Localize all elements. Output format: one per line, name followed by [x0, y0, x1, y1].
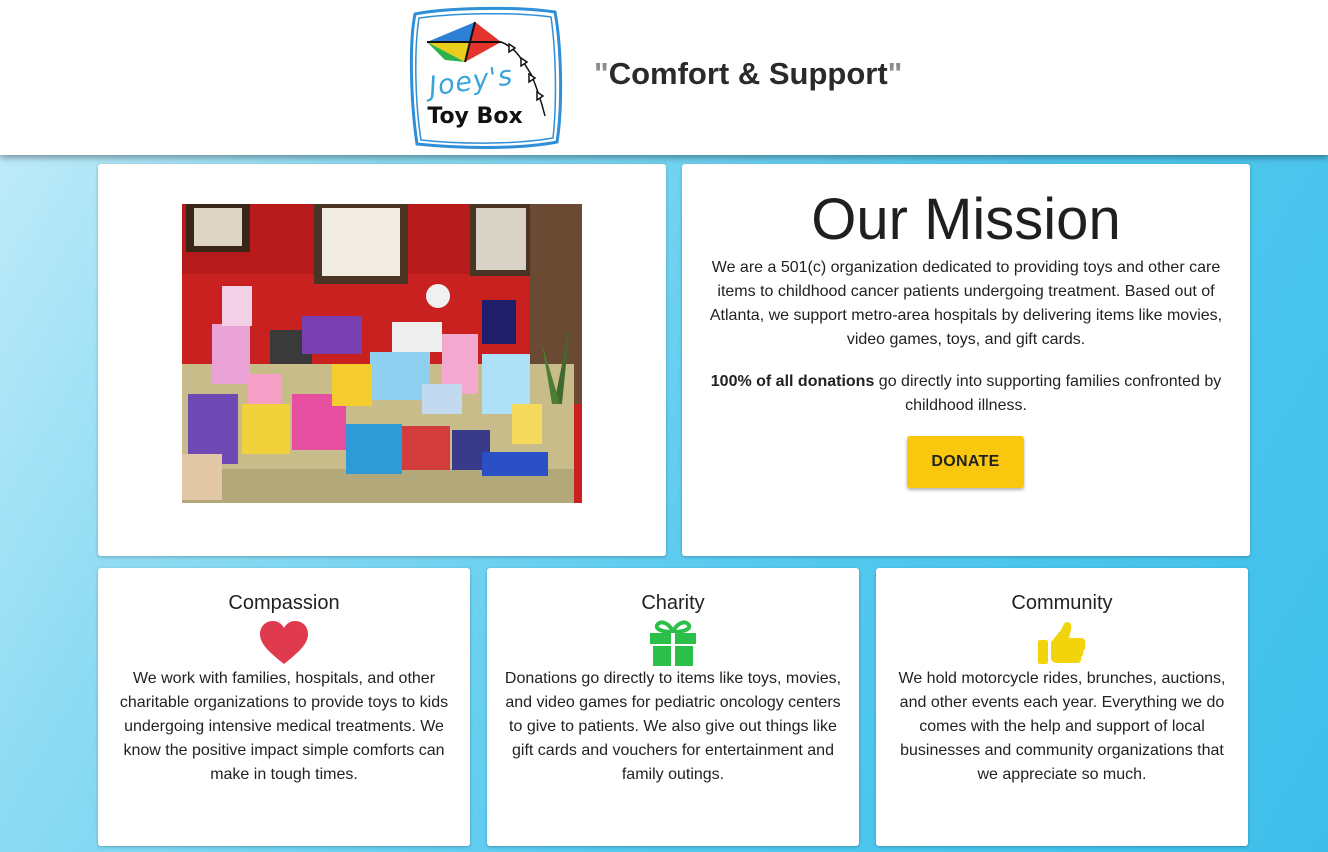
mission-title: Our Mission [811, 187, 1121, 252]
photo-card [98, 164, 666, 556]
donations-paragraph: 100% of all donations go directly into s… [700, 370, 1232, 418]
site-header: Joey's Toy Box "Comfort & Support" [0, 0, 1328, 155]
value-title: Compassion [228, 592, 340, 614]
donations-text: go directly into supporting families con… [874, 373, 1222, 414]
donate-button[interactable]: DONATE [907, 436, 1024, 488]
tagline-text: Comfort & Support [608, 56, 888, 91]
value-card-compassion: Compassion We work with families, hospit… [98, 568, 470, 846]
close-quote: " [887, 56, 903, 91]
logo-toybox-text: Toy Box [427, 104, 523, 129]
value-text: We work with families, hospitals, and ot… [119, 670, 449, 783]
joeys-toy-box-logo[interactable]: Joey's Toy Box [405, 4, 567, 152]
tagline: "Comfort & Support" [594, 56, 902, 92]
mission-card: Our Mission We are a 501(c) organization… [682, 164, 1250, 556]
thumbs-up-icon [1038, 622, 1086, 664]
gift-icon [650, 620, 696, 666]
value-text: Donations go directly to items like toys… [504, 670, 842, 783]
value-title: Charity [641, 592, 705, 614]
value-card-community: Community We hold motorcycle rides, brun… [876, 568, 1248, 846]
heart-icon [260, 621, 308, 664]
value-text: We hold motorcycle rides, brunches, auct… [898, 670, 1226, 783]
toys-photo [182, 204, 582, 503]
open-quote: " [594, 56, 609, 91]
value-title: Community [1011, 592, 1113, 614]
mission-paragraph: We are a 501(c) organization dedicated t… [709, 259, 1223, 348]
donations-emphasis: 100% of all donations [710, 373, 875, 390]
value-card-charity: Charity Donations go directly to items l… [487, 568, 859, 846]
